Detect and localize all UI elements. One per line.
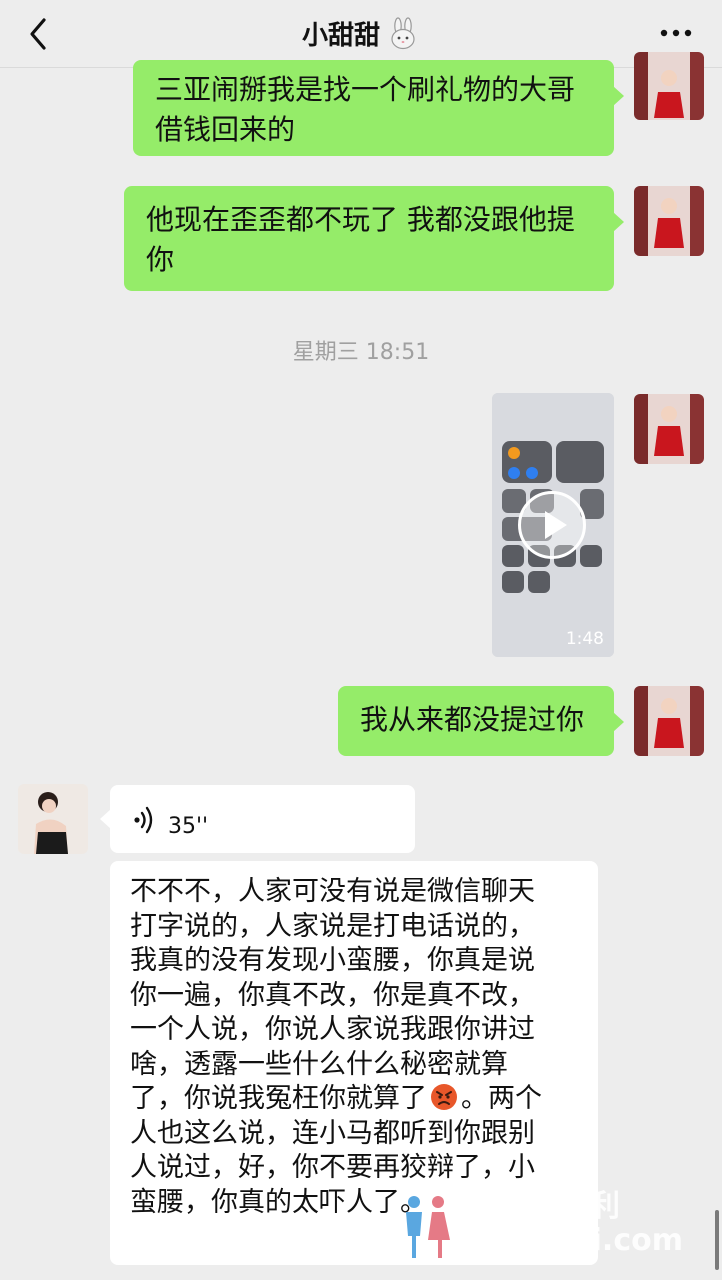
message-line: 三亚闹掰我是找一个刷礼物的大哥 xyxy=(155,73,576,106)
message-line: 打字说的，人家说是打电话说的， xyxy=(130,910,535,942)
avatar-image xyxy=(634,394,704,464)
message-line-with-emoji: 了，你说我冤枉你就算了 。两个 xyxy=(130,1082,578,1117)
voice-duration: 35'' xyxy=(168,814,209,839)
my-avatar[interactable] xyxy=(634,186,704,256)
message-line: 你 xyxy=(146,243,175,276)
back-button[interactable] xyxy=(20,14,60,54)
chat-title: 小甜甜 xyxy=(302,15,420,52)
message-bubble-sent[interactable]: 三亚闹掰我是找一个刷礼物的大哥 借钱回来的 xyxy=(133,60,624,156)
video-duration: 1:48 xyxy=(565,629,604,649)
message-bubble-sent[interactable]: 他现在歪歪都不玩了 我都没跟他提 你 xyxy=(124,186,624,291)
message-line: 他现在歪歪都不玩了 我都没跟他提 xyxy=(146,203,575,236)
message-text: 了，你说我冤枉你就算了 xyxy=(130,1083,427,1114)
bunny-icon xyxy=(391,16,415,49)
watermark-line: uli.com xyxy=(560,1223,683,1258)
angry-face-icon xyxy=(431,1084,457,1110)
contact-name: 小甜甜 xyxy=(301,21,380,51)
avatar-image xyxy=(18,784,88,854)
message-line: 你一遍，你真不改，你是真不改， xyxy=(130,979,535,1011)
play-icon[interactable] xyxy=(518,491,586,559)
message-line: 我从来都没提过你 xyxy=(360,703,585,736)
watermark: 福利 uli.com xyxy=(560,1190,683,1258)
avatar-image xyxy=(634,186,704,256)
message-text: 。两个 xyxy=(461,1083,542,1114)
message-bubble-sent[interactable]: 我从来都没提过你 xyxy=(338,686,624,756)
scrollbar-thumb[interactable] xyxy=(715,1210,719,1270)
message-line: 一个人说，你说人家说我跟你讲过 xyxy=(130,1014,535,1045)
watermark-line: 福利 xyxy=(560,1189,620,1224)
chevron-left-icon xyxy=(30,18,46,50)
my-avatar[interactable] xyxy=(634,394,704,464)
watermark-figures-icon xyxy=(406,1196,450,1258)
more-dots-icon xyxy=(660,29,692,37)
my-avatar[interactable] xyxy=(634,686,704,756)
contact-avatar[interactable] xyxy=(18,784,88,854)
message-line: 人也这么说，连小马都听到你跟别 xyxy=(130,1117,535,1149)
message-line: 啥，透露一些什么什么秘密就算 xyxy=(130,1048,508,1080)
video-message[interactable]: 1:48 xyxy=(492,393,614,657)
avatar-image xyxy=(634,686,704,756)
voice-message[interactable]: 35'' xyxy=(100,785,415,853)
voice-wave-icon xyxy=(134,806,153,834)
message-line: 不不不，人家可没有说是微信聊天 xyxy=(130,876,535,907)
avatar-image xyxy=(634,52,704,120)
more-options-button[interactable] xyxy=(656,18,696,48)
message-line: 人说过，好，你不要再狡辩了，小 xyxy=(130,1152,535,1183)
message-bubble-received[interactable]: 不不不，人家可没有说是微信聊天 打字说的，人家说是打电话说的， 我真的没有发现小… xyxy=(110,861,598,1265)
message-line: 借钱回来的 xyxy=(155,113,296,146)
message-line: 我真的没有发现小蛮腰，你真是说 xyxy=(130,945,535,976)
message-timestamp: 星期三 18:51 xyxy=(292,340,430,365)
chat-header: 小甜甜 xyxy=(0,0,722,68)
my-avatar[interactable] xyxy=(634,52,704,120)
message-line: 蛮腰，你真的太吓人了。 xyxy=(130,1186,427,1218)
